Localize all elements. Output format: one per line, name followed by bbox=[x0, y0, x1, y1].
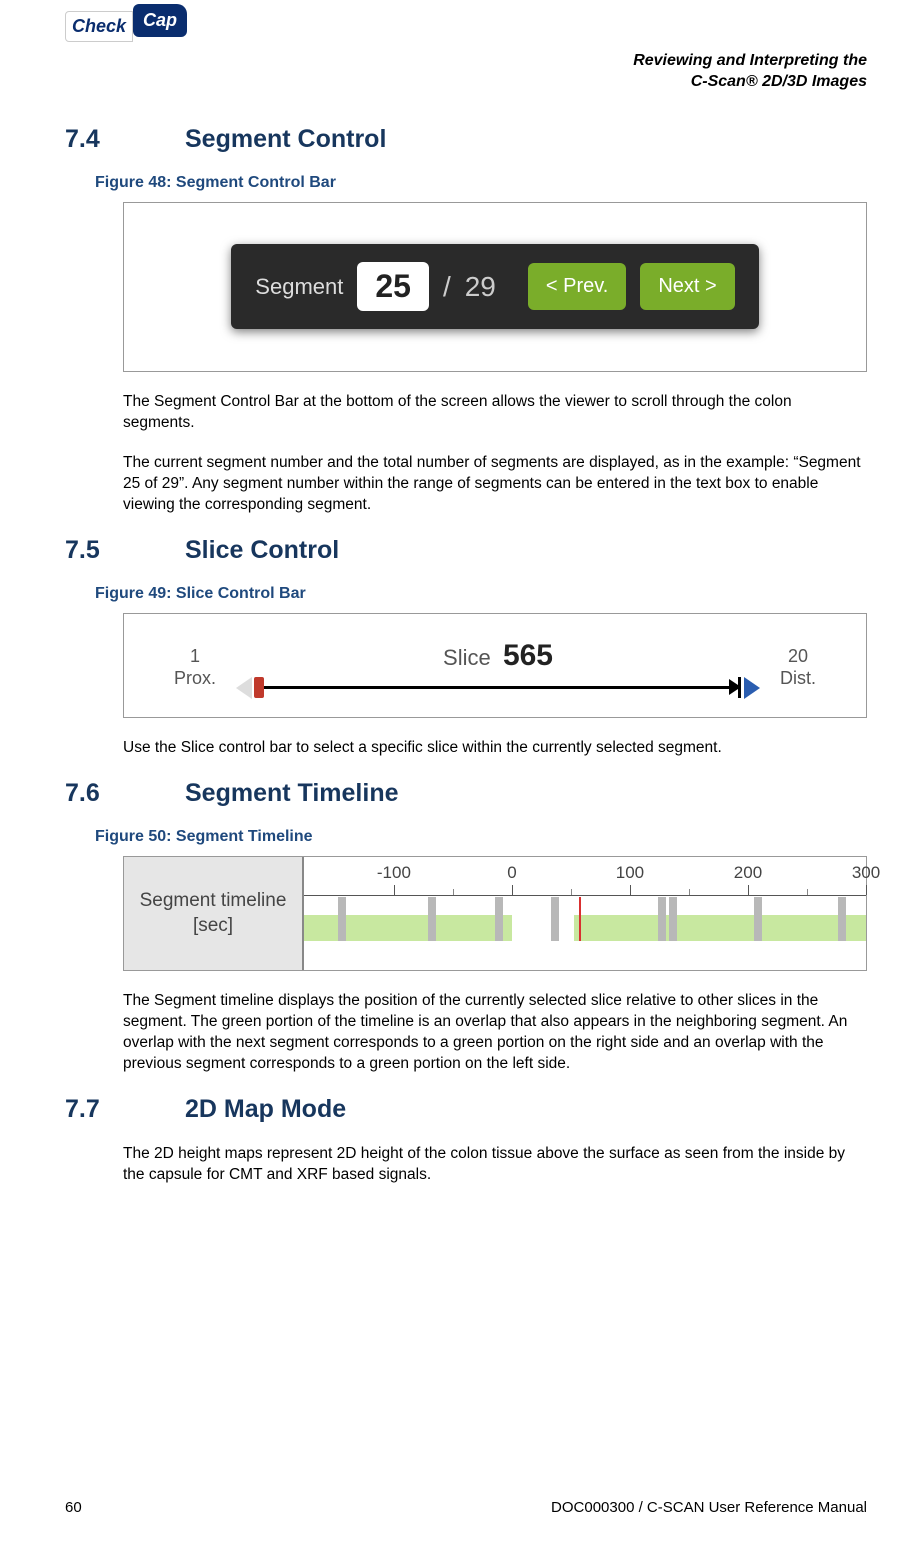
brand-logo: Check Cap bbox=[65, 10, 867, 43]
segment-number-input[interactable]: 25 bbox=[357, 262, 429, 311]
section-number: 7.6 bbox=[65, 779, 125, 808]
slice-right-num: 20 bbox=[780, 646, 816, 668]
section-title: Segment Timeline bbox=[185, 779, 399, 808]
figure-50-box: Segment timeline [sec] -100 0 100 200 30… bbox=[123, 856, 867, 971]
paragraph-7-5: Use the Slice control bar to select a sp… bbox=[123, 738, 867, 759]
slice-slider-handle[interactable] bbox=[254, 677, 264, 698]
timeline-overlap-right bbox=[574, 915, 866, 941]
paragraph-7-7: The 2D height maps represent 2D height o… bbox=[123, 1144, 867, 1186]
slice-value-label: Slice 565 bbox=[236, 639, 760, 673]
section-number: 7.4 bbox=[65, 125, 125, 154]
timeline-track[interactable] bbox=[304, 897, 866, 941]
section-number: 7.7 bbox=[65, 1095, 125, 1124]
slice-current-value: 565 bbox=[503, 639, 553, 672]
slice-prev-arrow-icon[interactable] bbox=[236, 677, 252, 699]
prev-segment-button[interactable]: < Prev. bbox=[528, 263, 626, 310]
slice-distal-label: 20 Dist. bbox=[780, 646, 816, 689]
tick-label: 100 bbox=[616, 863, 644, 883]
tick-label: 0 bbox=[507, 863, 516, 883]
segment-control-bar: Segment 25 / 29 < Prev. Next > bbox=[231, 244, 758, 329]
heading-7-5: 7.5 Slice Control bbox=[65, 536, 867, 565]
slice-proximal-label: 1 Prox. bbox=[174, 646, 216, 689]
document-section-header: Reviewing and Interpreting the C-Scan® 2… bbox=[65, 51, 867, 93]
timeline-slice-marker bbox=[754, 897, 762, 941]
figure-49-caption: Figure 49: Slice Control Bar bbox=[95, 585, 867, 603]
section-number: 7.5 bbox=[65, 536, 125, 565]
section-title: Segment Control bbox=[185, 125, 386, 154]
section-title: 2D Map Mode bbox=[185, 1095, 346, 1124]
timeline-overlap-left bbox=[304, 915, 512, 941]
logo-check: Check bbox=[65, 11, 133, 42]
timeline-slice-marker bbox=[338, 897, 346, 941]
page-number: 60 bbox=[65, 1499, 82, 1516]
slice-title-prefix: Slice bbox=[443, 645, 491, 670]
tick-label: 200 bbox=[734, 863, 762, 883]
figure-49-box: 1 Prox. Slice 565 20 Dist. bbox=[123, 613, 867, 718]
figure-50-caption: Figure 50: Segment Timeline bbox=[95, 828, 867, 846]
slice-end-arrowhead-icon bbox=[729, 679, 741, 695]
slice-left-num: 1 bbox=[174, 646, 216, 668]
slice-left-text: Prox. bbox=[174, 668, 216, 690]
timeline-label-line2: [sec] bbox=[193, 914, 233, 939]
figure-48-caption: Figure 48: Segment Control Bar bbox=[95, 174, 867, 192]
segment-slash: / bbox=[443, 271, 451, 303]
section-title: Slice Control bbox=[185, 536, 339, 565]
heading-7-4: 7.4 Segment Control bbox=[65, 125, 867, 154]
paragraph-7-6: The Segment timeline displays the positi… bbox=[123, 991, 867, 1075]
timeline-slice-marker bbox=[658, 897, 666, 941]
slice-track-container: Slice 565 bbox=[236, 639, 760, 697]
logo-cap: Cap bbox=[133, 4, 187, 37]
slice-next-arrow-icon[interactable] bbox=[744, 677, 760, 699]
header-line-1: Reviewing and Interpreting the bbox=[65, 51, 867, 72]
timeline-slice-marker bbox=[669, 897, 677, 941]
page-footer: 60 DOC000300 / C-SCAN User Reference Man… bbox=[65, 1499, 867, 1516]
segment-label: Segment bbox=[255, 274, 343, 300]
tick-label: -100 bbox=[377, 863, 411, 883]
timeline-scale: -100 0 100 200 300 bbox=[304, 863, 866, 895]
heading-7-7: 7.7 2D Map Mode bbox=[65, 1095, 867, 1124]
timeline-slice-marker bbox=[495, 897, 503, 941]
slice-slider-line[interactable] bbox=[256, 686, 740, 689]
timeline-slice-marker bbox=[551, 897, 559, 941]
header-line-2: C-Scan® 2D/3D Images bbox=[65, 72, 867, 93]
timeline-body: -100 0 100 200 300 bbox=[304, 857, 866, 970]
segment-total: 29 bbox=[465, 271, 496, 303]
document-id: DOC000300 / C-SCAN User Reference Manual bbox=[551, 1499, 867, 1516]
timeline-label-line1: Segment timeline bbox=[140, 889, 287, 914]
heading-7-6: 7.6 Segment Timeline bbox=[65, 779, 867, 808]
paragraph-7-4-a: The Segment Control Bar at the bottom of… bbox=[123, 392, 867, 434]
paragraph-7-4-b: The current segment number and the total… bbox=[123, 453, 867, 516]
tick-label: 300 bbox=[852, 863, 880, 883]
slice-track bbox=[236, 679, 760, 697]
figure-48-box: Segment 25 / 29 < Prev. Next > bbox=[123, 202, 867, 372]
next-segment-button[interactable]: Next > bbox=[640, 263, 734, 310]
timeline-slice-marker bbox=[428, 897, 436, 941]
timeline-label: Segment timeline [sec] bbox=[124, 857, 304, 970]
timeline-slice-marker bbox=[838, 897, 846, 941]
timeline-current-marker bbox=[579, 897, 581, 941]
slice-right-text: Dist. bbox=[780, 668, 816, 690]
